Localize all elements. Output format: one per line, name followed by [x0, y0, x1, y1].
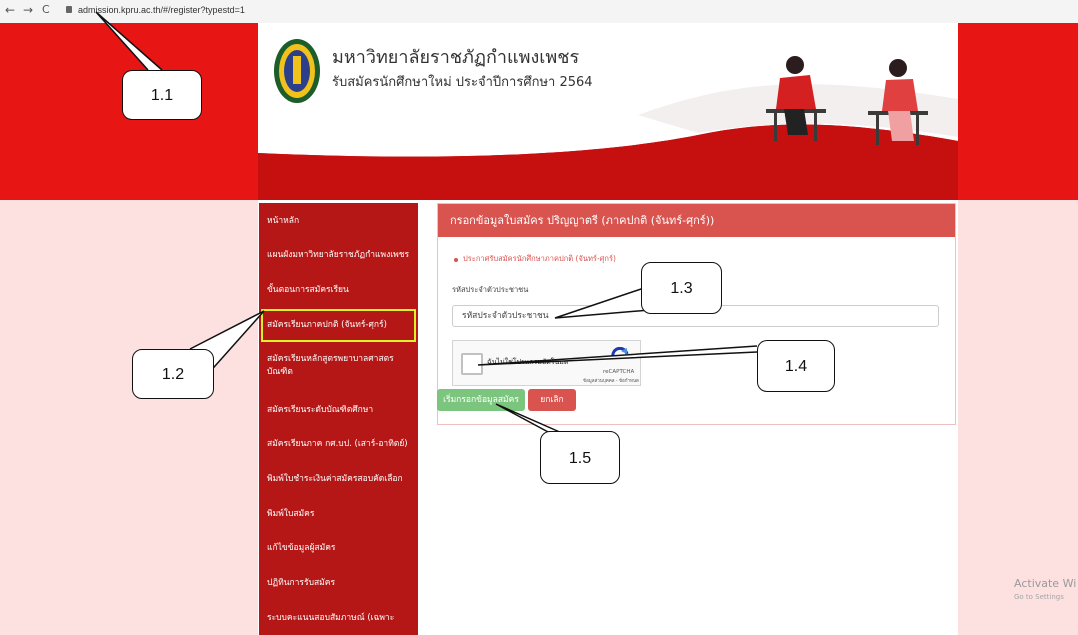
activate-windows-subtext: Go to Settings — [1014, 593, 1064, 601]
callout-1-3: 1.3 — [641, 262, 722, 314]
callout-1-4: 1.4 — [757, 340, 835, 392]
callout-1-5: 1.5 — [540, 431, 620, 484]
callout-1-1: 1.1 — [122, 70, 202, 120]
activate-windows-watermark: Activate Wi — [1014, 577, 1077, 590]
callout-1-2: 1.2 — [132, 349, 214, 399]
